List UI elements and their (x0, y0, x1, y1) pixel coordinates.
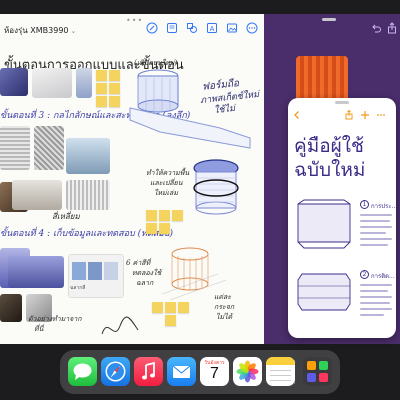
sticky-note[interactable] (165, 315, 176, 326)
mail-app-icon[interactable] (167, 357, 196, 386)
more-options-icon[interactable] (246, 22, 258, 34)
ring-sketch[interactable] (188, 154, 248, 234)
share-icon[interactable] (386, 22, 398, 34)
sticky-note[interactable] (96, 70, 107, 81)
sticky-note[interactable] (172, 210, 183, 221)
signature-doodle (101, 316, 139, 335)
text-line (360, 308, 392, 310)
ring-label-3: ใหม่เล่ม (154, 189, 178, 197)
board-name-menu[interactable]: ห้องรุ่น XMB3990 ⌄ (4, 24, 76, 37)
sticky-note[interactable] (96, 83, 107, 94)
text-line (360, 284, 392, 286)
sticky-note[interactable] (109, 83, 120, 94)
sticky-note[interactable] (146, 223, 157, 234)
sticky-note[interactable] (159, 223, 170, 234)
ipad-screen: ••• ห้องรุ่น XMB3990 ⌄ A ขั้นตอนการออกแบบ… (0, 0, 400, 400)
file-label: ฉลากสี (70, 285, 86, 291)
add-icon[interactable] (360, 110, 370, 120)
back-chevron-icon[interactable] (292, 110, 302, 120)
media-icon[interactable] (226, 22, 238, 34)
calendar-app-icon[interactable]: วันอังคาร 7 (200, 357, 229, 386)
text-line (360, 302, 390, 304)
model-label-3: ใช้ไม่ (213, 103, 236, 117)
text-line (360, 238, 392, 240)
chevron-down-icon: ⌄ (70, 27, 77, 35)
calendar-day-number: 7 (210, 365, 219, 382)
music-app-icon[interactable] (134, 357, 163, 386)
undo-icon[interactable] (370, 22, 382, 34)
sticky-note[interactable] (178, 302, 189, 313)
freeform-toolbar: ••• ห้องรุ่น XMB3990 ⌄ A (0, 14, 264, 44)
product-drawing (297, 199, 351, 249)
photos-app-icon[interactable] (233, 357, 262, 386)
text-line (360, 314, 384, 316)
shapes-icon[interactable] (186, 22, 198, 34)
curve-label: สี่เหลี่ยม (52, 212, 80, 221)
freeform-window: ••• ห้องรุ่น XMB3990 ⌄ A ขั้นตอนการออกแบบ… (0, 14, 264, 344)
color-swatch (104, 262, 118, 280)
more-options-icon[interactable] (376, 110, 386, 120)
pen-icon[interactable] (146, 22, 158, 34)
text-line (360, 290, 388, 292)
text-box-icon[interactable]: A (206, 22, 218, 34)
product-photo[interactable] (8, 256, 64, 288)
sticky-note[interactable] (159, 210, 170, 221)
sticky-note[interactable] (109, 70, 120, 81)
color-swatch (88, 262, 102, 280)
svg-text:A: A (210, 26, 215, 33)
text-line (360, 232, 386, 234)
section1-number: 1 (360, 200, 369, 209)
frame-label-3: ไม่ได้ (216, 313, 233, 321)
section1-title: การประ... (371, 203, 396, 210)
notes-app-icon[interactable] (266, 357, 295, 386)
sticky-note[interactable] (152, 302, 163, 313)
note-icon[interactable] (166, 22, 178, 34)
product-photo[interactable] (0, 68, 28, 96)
texture-photo[interactable] (0, 126, 30, 170)
text-line (360, 214, 392, 216)
texture-photo[interactable] (66, 180, 110, 210)
texture-photo[interactable] (0, 294, 22, 322)
text-line (360, 244, 388, 246)
text-line (360, 226, 392, 228)
text-line (360, 296, 392, 298)
fabric-photo[interactable] (12, 180, 62, 210)
section2-number: 2 (360, 270, 369, 279)
sticky-note[interactable] (96, 96, 107, 107)
product-photo[interactable] (32, 68, 72, 98)
document-heading-line2[interactable]: ฉบับใหม่ (294, 158, 365, 182)
sticky-note[interactable] (165, 302, 176, 313)
color-swatch (72, 262, 86, 280)
product-photo[interactable] (76, 68, 92, 98)
product-drawing (297, 273, 351, 311)
product-photo[interactable] (66, 138, 110, 174)
dock: วันอังคาร 7 (60, 350, 340, 394)
document-heading-line1[interactable]: คู่มือผู้ใช้ (294, 134, 364, 158)
color-label-3: ฉลาก (136, 279, 154, 287)
app-library-icon[interactable] (303, 357, 332, 386)
multitask-dots[interactable]: ••• (126, 16, 143, 25)
safari-app-icon[interactable] (101, 357, 130, 386)
bottom-label-2: ที่นี่ (34, 325, 44, 333)
pages-toolbar (288, 98, 396, 126)
section2-title: การติด... (371, 273, 395, 280)
sticky-note[interactable] (109, 96, 120, 107)
dock-separator (294, 360, 295, 384)
text-line (360, 220, 390, 222)
sticky-note[interactable] (146, 210, 157, 221)
slideover-handle[interactable] (335, 101, 349, 104)
messages-app-icon[interactable] (68, 357, 97, 386)
share-icon[interactable] (344, 110, 354, 120)
board-name: ห้องรุ่น XMB3990 (4, 26, 69, 35)
multitask-handle[interactable] (322, 18, 336, 21)
pages-slideover: คู่มือผู้ใช้ ฉบับใหม่ 1 การประ... 2 การต… (288, 98, 396, 338)
texture-photo[interactable] (34, 126, 64, 170)
